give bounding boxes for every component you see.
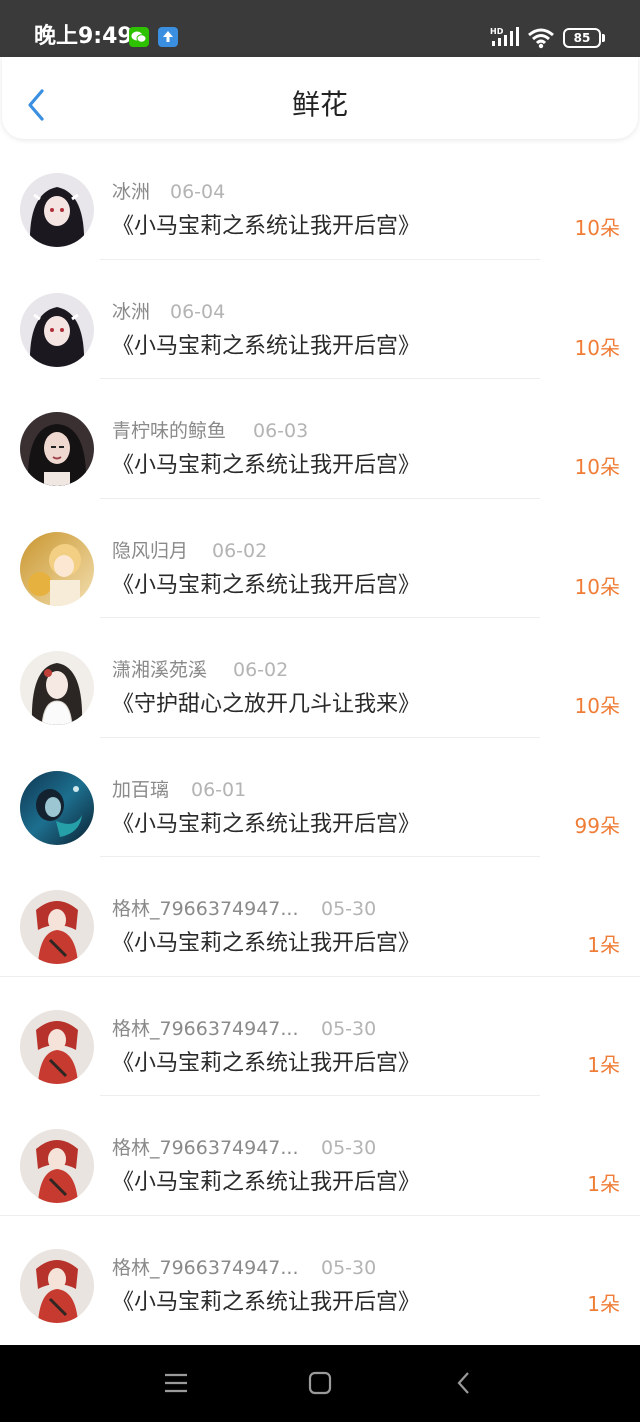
book-title: 《小马宝莉之系统让我开后宫》 xyxy=(112,453,421,478)
user-name: 冰洲 xyxy=(112,181,151,203)
battery-level: 85 xyxy=(573,31,591,45)
list-item[interactable]: 格林_7966374947... 05-30 《小马宝莉之系统让我开后宫》 1朵 xyxy=(0,857,640,977)
book-title: 《小马宝莉之系统让我开后宫》 xyxy=(112,1170,421,1195)
list-item[interactable]: 潇湘溪苑溪 06-02 《守护甜心之放开几斗让我来》 10朵 xyxy=(0,618,640,738)
row-date: 06-01 xyxy=(191,778,247,801)
wifi-icon xyxy=(527,27,555,53)
header: 鲜花 xyxy=(2,57,638,139)
user-name: 加百璃 xyxy=(112,778,170,801)
user-name: 潇湘溪苑溪 xyxy=(112,659,208,681)
user-name: 冰洲 xyxy=(112,300,151,323)
upload-icon xyxy=(158,27,178,47)
user-avatar[interactable] xyxy=(20,173,94,247)
list-item[interactable]: 格林_7966374947... 05-30 《小马宝莉之系统让我开后宫》 1朵 xyxy=(0,977,640,1096)
network-label: HD xyxy=(490,27,504,36)
home-icon[interactable] xyxy=(308,1371,332,1399)
row-date: 06-04 xyxy=(170,300,226,323)
book-title: 《小马宝莉之系统让我开后宫》 xyxy=(112,931,421,956)
user-avatar[interactable] xyxy=(20,531,94,606)
user-avatar[interactable] xyxy=(20,292,94,367)
row-date: 05-30 xyxy=(321,1017,377,1040)
user-avatar[interactable] xyxy=(20,651,94,725)
user-avatar[interactable] xyxy=(20,1248,94,1323)
status-time: 晚上9:49 xyxy=(34,24,133,49)
book-title: 《小马宝莉之系统让我开后宫》 xyxy=(112,811,421,837)
page-title: 鲜花 xyxy=(291,88,348,121)
battery-icon: 85 xyxy=(563,28,601,48)
book-title: 《守护甜心之放开几斗让我来》 xyxy=(112,692,421,717)
user-avatar[interactable] xyxy=(20,1009,94,1084)
user-name: 格林_7966374947... xyxy=(112,1017,299,1040)
back-icon[interactable] xyxy=(455,1371,473,1399)
flower-count: 99朵 xyxy=(574,813,620,838)
book-title: 《小马宝莉之系统让我开后宫》 xyxy=(112,572,421,598)
row-date: 06-02 xyxy=(212,539,268,562)
row-date: 06-03 xyxy=(253,420,309,442)
battery-tip xyxy=(602,34,605,42)
flower-count: 1朵 xyxy=(587,1172,620,1196)
user-name: 隐风归月 xyxy=(112,539,189,562)
row-date: 06-02 xyxy=(233,659,289,681)
row-date: 05-30 xyxy=(321,1256,377,1279)
flower-count: 10朵 xyxy=(574,335,620,360)
list-item[interactable]: 隐风归月 06-02 《小马宝莉之系统让我开后宫》 10朵 xyxy=(0,499,640,618)
flower-count: 1朵 xyxy=(587,1291,620,1316)
menu-icon[interactable] xyxy=(163,1371,189,1399)
user-avatar[interactable] xyxy=(20,1129,94,1203)
user-name: 格林_7966374947... xyxy=(112,1137,299,1159)
system-nav-bar xyxy=(0,1345,640,1422)
flower-count: 10朵 xyxy=(574,455,620,479)
user-avatar[interactable] xyxy=(20,890,94,964)
wechat-icon xyxy=(129,27,149,47)
list-item[interactable]: 加百璃 06-01 《小马宝莉之系统让我开后宫》 99朵 xyxy=(0,738,640,857)
flower-count: 1朵 xyxy=(587,1052,620,1077)
list-item[interactable]: 冰洲 06-04 《小马宝莉之系统让我开后宫》 10朵 xyxy=(0,260,640,379)
list-item[interactable]: 格林_7966374947... 05-30 《小马宝莉之系统让我开后宫》 1朵 xyxy=(0,1096,640,1216)
flower-count: 10朵 xyxy=(574,216,620,240)
book-title: 《小马宝莉之系统让我开后宫》 xyxy=(112,1289,421,1315)
list-item[interactable]: 青柠味的鲸鱼 06-03 《小马宝莉之系统让我开后宫》 10朵 xyxy=(0,379,640,499)
row-date: 05-30 xyxy=(321,898,377,920)
row-date: 06-04 xyxy=(170,181,226,203)
user-name: 格林_7966374947... xyxy=(112,1256,299,1279)
user-avatar[interactable] xyxy=(20,412,94,486)
flower-list: 冰洲 06-04 《小马宝莉之系统让我开后宫》 10朵 冰洲 06-04 《小马… xyxy=(0,140,640,1335)
flower-count: 10朵 xyxy=(574,694,620,718)
list-item[interactable]: 格林_7966374947... 05-30 《小马宝莉之系统让我开后宫》 1朵 xyxy=(0,1216,640,1336)
list-item[interactable]: 冰洲 06-04 《小马宝莉之系统让我开后宫》 10朵 xyxy=(0,140,640,260)
book-title: 《小马宝莉之系统让我开后宫》 xyxy=(112,1050,421,1076)
user-avatar[interactable] xyxy=(20,770,94,845)
flower-count: 10朵 xyxy=(574,574,620,599)
signal-icon: HD xyxy=(490,26,520,52)
user-name: 格林_7966374947... xyxy=(112,898,299,920)
user-name: 青柠味的鲸鱼 xyxy=(112,420,227,442)
flower-count: 1朵 xyxy=(587,933,620,957)
book-title: 《小马宝莉之系统让我开后宫》 xyxy=(112,333,421,359)
book-title: 《小马宝莉之系统让我开后宫》 xyxy=(112,214,421,239)
row-date: 05-30 xyxy=(321,1137,377,1159)
status-bar: 晚上9:49 HD 85 xyxy=(0,0,640,57)
